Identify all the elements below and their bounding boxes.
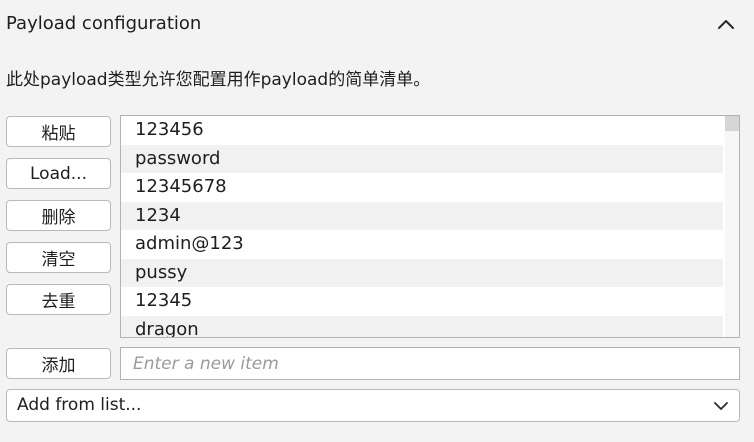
new-item-input[interactable] xyxy=(120,347,740,380)
load-button[interactable]: Load... xyxy=(6,158,111,189)
clear-button[interactable]: 清空 xyxy=(6,242,111,273)
list-item[interactable]: 1234 xyxy=(121,201,723,230)
section-title: Payload configuration xyxy=(6,13,202,34)
add-button[interactable]: 添加 xyxy=(6,348,111,379)
deduplicate-button[interactable]: 去重 xyxy=(6,284,111,315)
payload-list[interactable]: 123456 password 12345678 1234 admin@123 … xyxy=(120,115,740,338)
list-item[interactable]: 12345 xyxy=(121,287,723,316)
paste-button[interactable]: 粘贴 xyxy=(6,116,111,147)
list-item[interactable]: 123456 xyxy=(121,116,723,145)
chevron-down-icon xyxy=(713,398,729,414)
list-scrollbar[interactable] xyxy=(725,116,739,337)
list-item[interactable]: dragon xyxy=(121,315,723,337)
add-from-list-label: Add from list... xyxy=(17,395,142,415)
list-item[interactable]: admin@123 xyxy=(121,230,723,259)
list-item[interactable]: pussy xyxy=(121,258,723,287)
scrollbar-thumb[interactable] xyxy=(725,116,739,131)
payload-configuration-panel: Payload configuration 此处payload类型允许您配置用作… xyxy=(0,0,754,442)
add-from-list-select[interactable]: Add from list... xyxy=(6,389,740,422)
list-item[interactable]: 12345678 xyxy=(121,173,723,202)
chevron-up-icon xyxy=(717,15,735,34)
list-item[interactable]: password xyxy=(121,144,723,173)
remove-button[interactable]: 删除 xyxy=(6,200,111,231)
collapse-button[interactable] xyxy=(712,10,740,38)
section-description: 此处payload类型允许您配置用作payload的简单清单。 xyxy=(6,70,431,90)
